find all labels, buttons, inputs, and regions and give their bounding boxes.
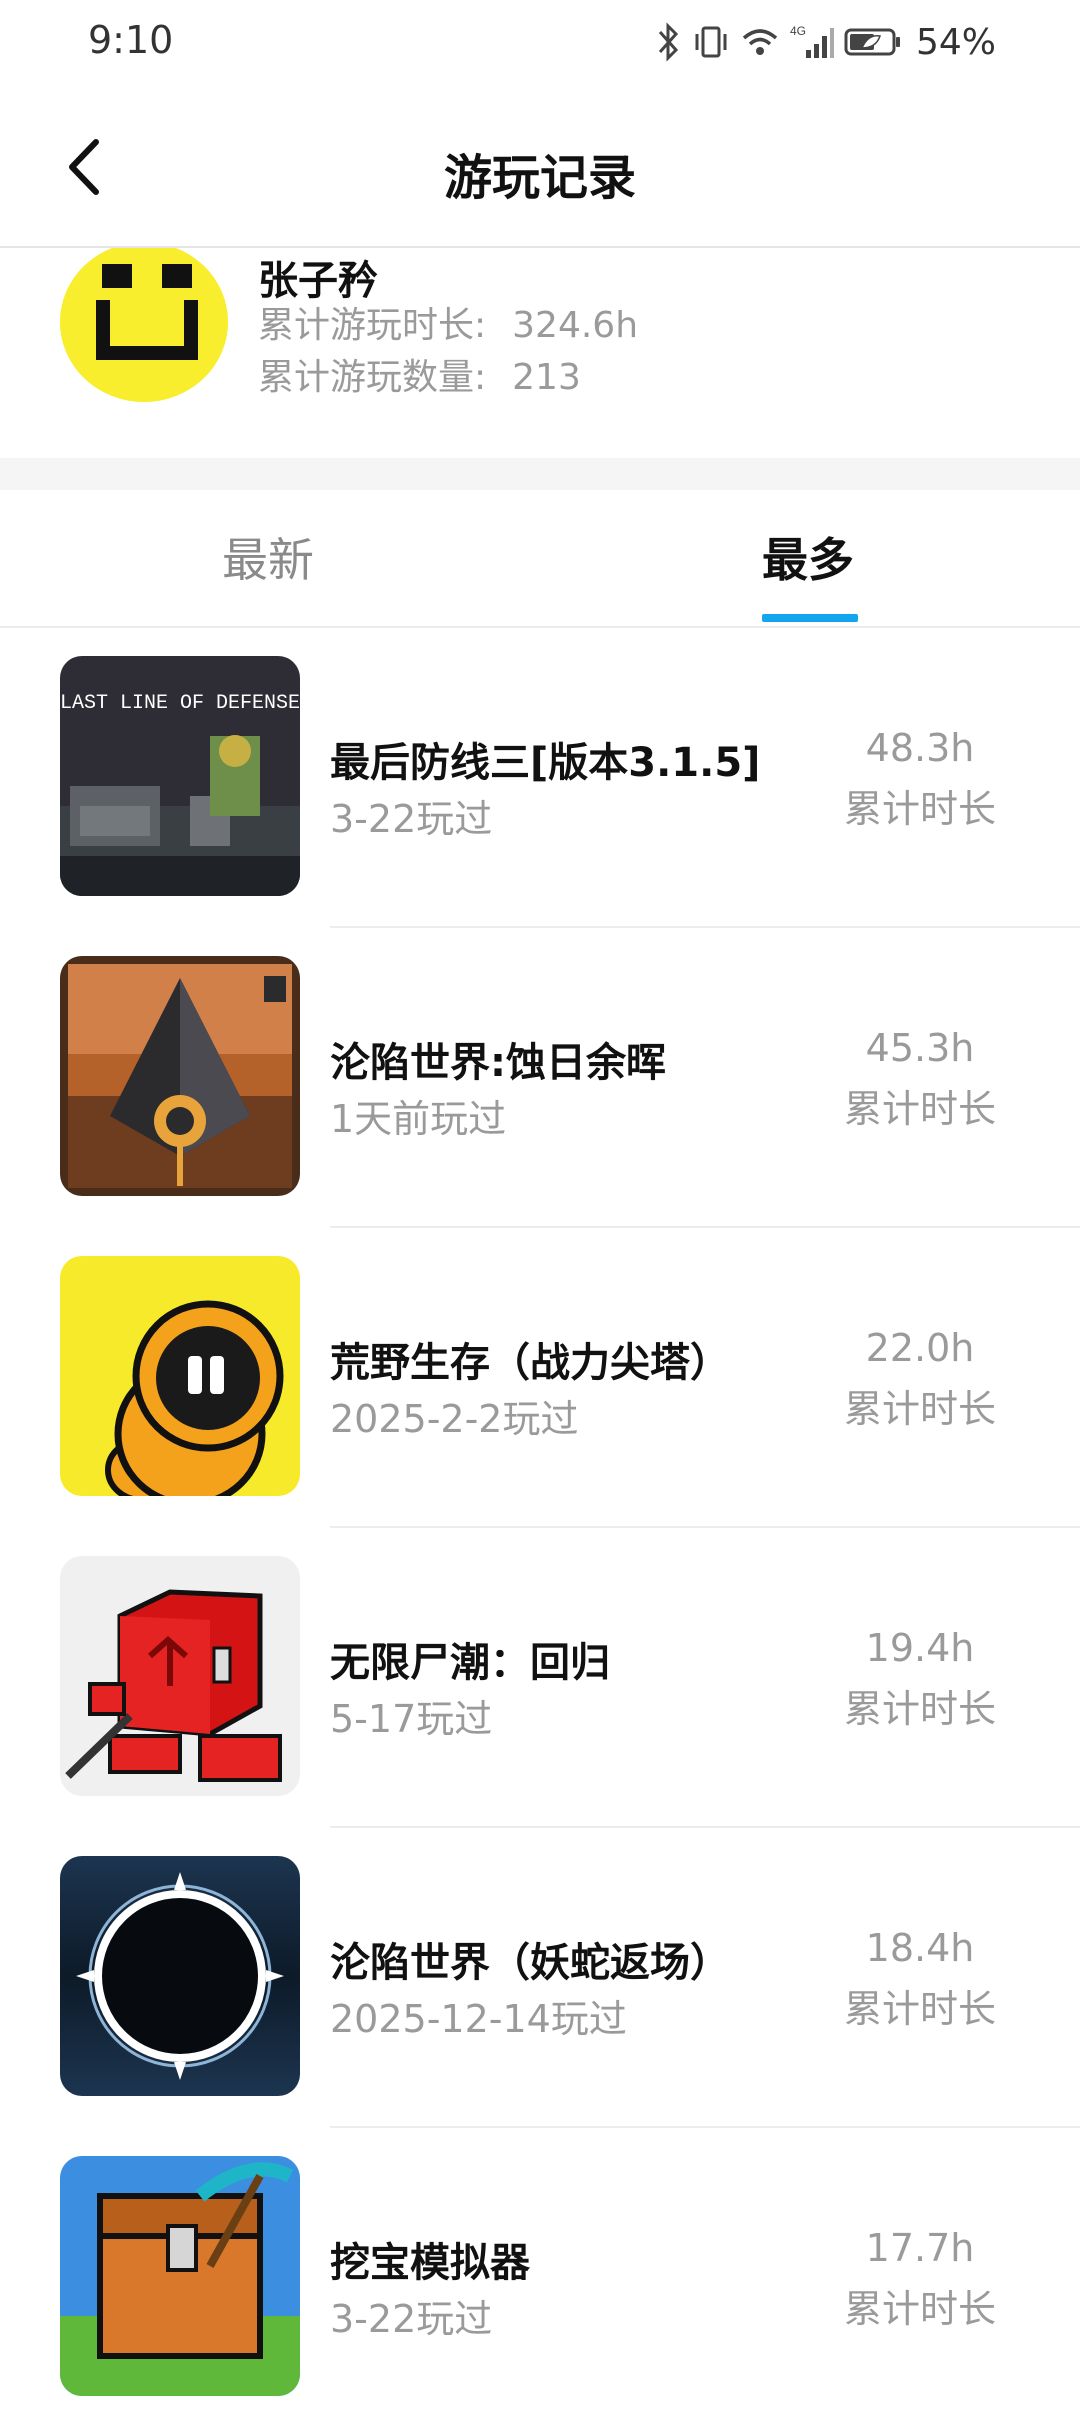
avatar[interactable]: [60, 248, 228, 402]
play-hours-label: 累计时长: [843, 1987, 996, 2031]
tab-active-indicator: [762, 614, 858, 622]
vibrate-icon: [695, 26, 727, 58]
last-played: 1天前玩过: [330, 1097, 507, 1141]
sort-tabs: 最新 最多: [0, 490, 1080, 628]
dark-ring-icon: [60, 1856, 300, 2096]
cellular-signal-icon: 4G: [790, 24, 834, 58]
last-played: 2025-12-14玩过: [330, 1997, 627, 2041]
last-played: 2025-2-2玩过: [330, 1397, 579, 1441]
bluetooth-icon: [658, 22, 679, 62]
status-icons: 4G 54%: [656, 18, 996, 66]
wifi-icon: [742, 29, 778, 55]
hooded-character-icon: [60, 1256, 300, 1496]
fallen-world-eclipse-icon: [60, 956, 300, 1196]
game-title: 最后防线三[版本3.1.5]: [330, 740, 761, 786]
total-play-count-value: 213: [512, 357, 581, 398]
status-time: 9:10: [88, 18, 174, 62]
play-hours: 19.4h: [865, 1626, 975, 1670]
smiley-face-icon: [60, 248, 228, 402]
list-item[interactable]: 沦陷世界:蚀日余晖 1天前玩过 45.3h 累计时长: [0, 928, 1080, 1228]
play-hours-label: 累计时长: [843, 787, 996, 831]
list-item[interactable]: 无限尸潮：回归 5-17玩过 19.4h 累计时长: [0, 1528, 1080, 1828]
tab-latest[interactable]: 最新: [222, 524, 314, 590]
total-play-count: 累计游玩数量: 213: [258, 348, 581, 400]
list-item[interactable]: 沦陷世界（妖蛇返场） 2025-12-14玩过 18.4h 累计时长: [0, 1828, 1080, 2128]
tab-most[interactable]: 最多: [762, 524, 854, 590]
section-divider: [0, 458, 1080, 490]
last-line-of-defense-icon: LAST LINE OF DEFENSE: [60, 656, 300, 896]
game-title: 挖宝模拟器: [330, 2240, 530, 2286]
battery-icon: [844, 28, 900, 56]
play-hours-label: 累计时长: [843, 1387, 996, 1431]
play-hours-label: 累计时长: [843, 1087, 996, 1131]
last-played: 5-17玩过: [330, 1697, 493, 1741]
total-play-time-value: 324.6h: [512, 305, 639, 346]
top-app-bar: 游玩记录: [0, 84, 1080, 248]
total-play-time-label: 累计游玩时长:: [258, 305, 487, 346]
last-played: 3-22玩过: [330, 2297, 493, 2341]
list-item[interactable]: 荒野生存（战力尖塔） 2025-2-2玩过 22.0h 累计时长: [0, 1228, 1080, 1528]
treasure-chest-pickaxe-icon: [60, 2156, 300, 2396]
game-title: 沦陷世界（妖蛇返场）: [330, 1940, 730, 1986]
play-hours: 45.3h: [865, 1026, 975, 1070]
list-item[interactable]: LAST LINE OF DEFENSE 最后防线三[版本3.1.5] 3-22…: [0, 628, 1080, 928]
game-title: 无限尸潮：回归: [330, 1640, 610, 1686]
game-icon-text: LAST LINE OF DEFENSE: [60, 692, 300, 715]
total-play-time: 累计游玩时长: 324.6h: [258, 296, 638, 348]
play-hours: 17.7h: [865, 2226, 975, 2270]
list-item[interactable]: 挖宝模拟器 3-22玩过 17.7h 累计时长: [0, 2128, 1080, 2428]
game-title: 沦陷世界:蚀日余晖: [330, 1040, 666, 1086]
svg-text:4G: 4G: [790, 24, 806, 38]
profile-summary: 张子矜 累计游玩时长: 324.6h 累计游玩数量: 213: [0, 248, 1080, 458]
page-title: 游玩记录: [443, 150, 636, 206]
game-title: 荒野生存（战力尖塔）: [330, 1340, 730, 1386]
status-bar: 9:10 4G 54%: [0, 0, 1080, 84]
battery-percent: 54%: [915, 21, 996, 63]
play-hours: 48.3h: [865, 726, 975, 770]
play-hours: 22.0h: [865, 1326, 975, 1370]
play-hours: 18.4h: [865, 1926, 975, 1970]
play-hours-label: 累计时长: [843, 1687, 996, 1731]
play-hours-label: 累计时长: [843, 2287, 996, 2331]
last-played: 3-22玩过: [330, 797, 493, 841]
red-cube-character-icon: [60, 1556, 300, 1796]
total-play-count-label: 累计游玩数量:: [258, 357, 487, 398]
